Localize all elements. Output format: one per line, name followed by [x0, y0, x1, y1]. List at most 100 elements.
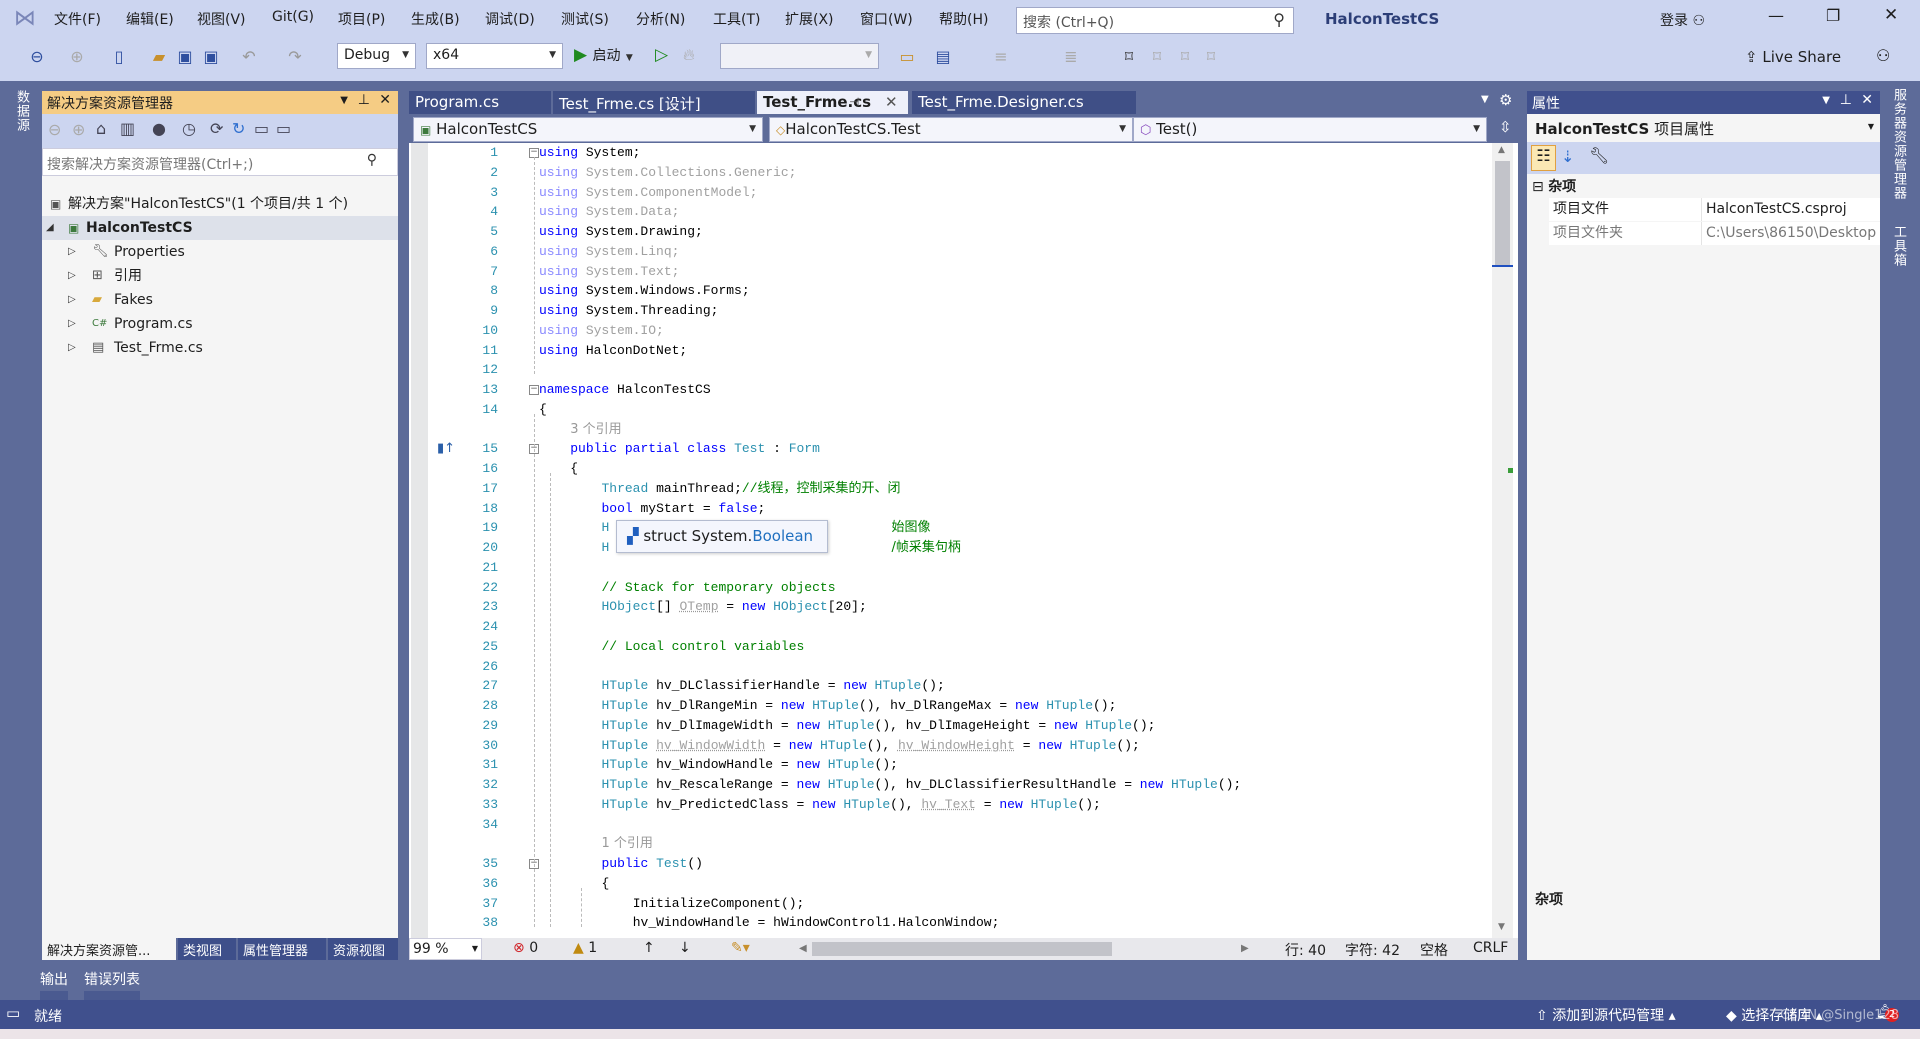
type-nav-select[interactable]: ◇HalconTestCS.Test ▼ [769, 117, 1133, 142]
vertical-scrollbar[interactable]: ▲ ▼ [1492, 143, 1513, 938]
horizontal-scrollbar-thumb[interactable] [812, 942, 1112, 956]
start-button[interactable]: ▶ 启动 ▼ [574, 45, 633, 65]
config-select[interactable]: Debug ▼ [337, 43, 416, 69]
bookmark-icon[interactable]: ⌑ [1118, 47, 1140, 66]
solution-search-input[interactable]: 搜索解决方案资源管理器(Ctrl+;) ⚲ [42, 148, 398, 176]
property-row[interactable]: 项目文件夹 C:\Users\86150\Desktop [1549, 222, 1880, 245]
menu-item[interactable]: 生成(B) [411, 9, 460, 29]
editor-tab[interactable]: Program.cs [409, 91, 551, 114]
minimize-button[interactable]: — [1768, 6, 1784, 25]
split-editor-icon[interactable]: ⇳ [1499, 118, 1512, 136]
toolbox-tab[interactable]: 工具箱 [1889, 225, 1908, 267]
next-bookmark-icon[interactable]: ⌑ [1174, 47, 1196, 66]
editor-tab[interactable]: Test_Frme.cs [设计] [553, 91, 755, 114]
tree-item[interactable]: ▷ ▤ Test_Frme.cs [42, 336, 398, 360]
server-explorer-tab[interactable]: 服务器资源管理器 [1889, 88, 1908, 200]
class-diagram-icon[interactable]: ▮↑ [437, 439, 455, 459]
dropdown-icon[interactable]: ▼ [340, 95, 348, 106]
menu-item[interactable]: 测试(S) [561, 9, 609, 29]
close-icon[interactable]: ✕ [1861, 92, 1873, 108]
sync-icon[interactable]: ⟳ [210, 119, 223, 138]
live-share-button[interactable]: ⇪ Live Share [1745, 48, 1841, 66]
data-sources-tab[interactable]: 数据源 [12, 90, 31, 132]
panel-tab[interactable]: 类视图 [178, 938, 236, 960]
undo-icon[interactable]: ↶ [238, 47, 260, 66]
char-indicator[interactable]: 字符: 42 [1345, 940, 1400, 960]
back-icon[interactable]: ⊖ [48, 120, 61, 139]
settings-gear-icon[interactable]: ⚙ [1499, 91, 1512, 109]
menu-item[interactable]: 文件(F) [54, 9, 101, 29]
scroll-right-icon[interactable]: ▶ [1241, 943, 1249, 954]
window-layout-icon[interactable]: ▤ [932, 47, 954, 66]
tab-list-dropdown-icon[interactable]: ▼ [1481, 94, 1489, 105]
line-indicator[interactable]: 行: 40 [1285, 940, 1326, 960]
dropdown-icon[interactable]: ▼ [1822, 95, 1830, 106]
panel-tab[interactable]: 解决方案资源管... [42, 938, 176, 960]
menu-item[interactable]: 项目(P) [338, 9, 385, 29]
collapse-all-icon[interactable]: ▭ [254, 119, 269, 138]
alphabetical-icon[interactable]: ⇣ [1561, 147, 1574, 166]
indent-icon[interactable]: ≣ [1060, 47, 1082, 66]
indent-mode-indicator[interactable]: 空格 [1420, 940, 1448, 960]
panel-tab[interactable]: 资源视图 [328, 938, 398, 960]
pin-icon[interactable]: ⊣ [849, 95, 859, 109]
codelens[interactable]: 3 个引用 [409, 420, 1489, 440]
target-select[interactable]: ▼ [720, 43, 879, 69]
menu-item[interactable]: 扩展(X) [785, 9, 834, 29]
scroll-down-icon[interactable]: ▼ [1498, 922, 1505, 932]
platform-select[interactable]: x64 ▼ [426, 43, 563, 69]
menu-item[interactable]: 视图(V) [197, 9, 246, 29]
menu-item[interactable]: Git(G) [272, 9, 314, 25]
collapsed-icon[interactable]: ▷ [68, 336, 76, 360]
property-pages-icon[interactable]: 🔧︎ [1589, 146, 1609, 165]
code-area[interactable]: 1− using System; 2 using System.Collections… [409, 143, 1518, 938]
collapsed-icon[interactable]: ▷ [68, 312, 76, 336]
expanded-icon[interactable]: ◢ [46, 216, 54, 240]
restore-button[interactable]: ❐ [1826, 6, 1840, 25]
bottom-panel-tab[interactable]: 输出 [40, 969, 68, 1001]
close-button[interactable]: ✕ [1884, 5, 1898, 25]
fold-toggle-icon[interactable]: − [529, 385, 539, 395]
scrollbar-thumb[interactable] [1495, 161, 1510, 266]
object-select[interactable]: HalconTestCS 项目属性 ▼ [1527, 114, 1880, 142]
errors-indicator[interactable]: ⊗ 0 [513, 940, 538, 956]
comment-icon[interactable]: ≡ [990, 47, 1012, 66]
warnings-indicator[interactable]: ▲ 1 [573, 940, 597, 956]
collapsed-icon[interactable]: ▷ [68, 240, 76, 264]
line-ending-indicator[interactable]: CRLF [1473, 940, 1508, 956]
tree-item[interactable]: ▷ ▰ Fakes [42, 288, 398, 312]
switch-views-icon[interactable]: ▥ [120, 119, 135, 138]
menu-item[interactable]: 工具(T) [713, 9, 760, 29]
scroll-left-icon[interactable]: ◀ [799, 943, 807, 954]
find-in-files-icon[interactable]: ▭ [896, 47, 918, 66]
menu-item[interactable]: 编辑(E) [126, 9, 174, 29]
editor-tab[interactable]: Test_Frme.Designer.cs [912, 91, 1136, 114]
editor-tab[interactable]: Test_Frme.cs ⊣ ✕ [757, 91, 908, 114]
forward-icon[interactable]: ⊕ [66, 47, 88, 66]
refresh-icon[interactable]: ↻ [232, 119, 245, 138]
category-misc[interactable]: ⊟ 杂项 [1527, 174, 1880, 196]
zoom-select[interactable]: 99 % ▼ [409, 938, 482, 960]
save-icon[interactable]: ▣ [174, 47, 196, 66]
search-input[interactable]: 搜索 (Ctrl+Q) ⚲ [1016, 7, 1294, 34]
member-nav-select[interactable]: ⬡ Test() ▼ [1133, 117, 1487, 142]
close-tab-icon[interactable]: ✕ [885, 93, 898, 111]
prev-bookmark-icon[interactable]: ⌑ [1146, 47, 1168, 66]
panel-tab[interactable]: 属性管理器 [238, 938, 326, 960]
collapsed-icon[interactable]: ▷ [68, 288, 76, 312]
previous-issue-icon[interactable]: ↑ [643, 940, 655, 956]
feedback-icon[interactable]: ⚇ [1876, 46, 1890, 65]
home-icon[interactable]: ⌂ [96, 119, 106, 138]
tree-item-solution[interactable]: ▣ 解决方案"HalconTestCS"(1 个项目/共 1 个) [42, 192, 398, 216]
menu-item[interactable]: 帮助(H) [939, 9, 988, 29]
tree-item-project[interactable]: ◢ ▣ HalconTestCS [42, 216, 398, 240]
new-project-icon[interactable]: ▯ [108, 47, 130, 66]
globe-icon[interactable]: ● [152, 119, 166, 138]
open-file-icon[interactable]: ▰ [148, 47, 170, 66]
clear-bookmarks-icon[interactable]: ⌑ [1200, 47, 1222, 66]
pin-icon[interactable]: ⊥ [1840, 92, 1852, 108]
pin-icon[interactable]: ⊥ [358, 92, 370, 108]
source-control-button[interactable]: ⇧ 添加到源代码管理 ▴ [1536, 1005, 1676, 1025]
categorized-icon[interactable]: ☷ [1531, 145, 1556, 171]
reference-count-link[interactable]: 1 个引用 [601, 834, 652, 854]
